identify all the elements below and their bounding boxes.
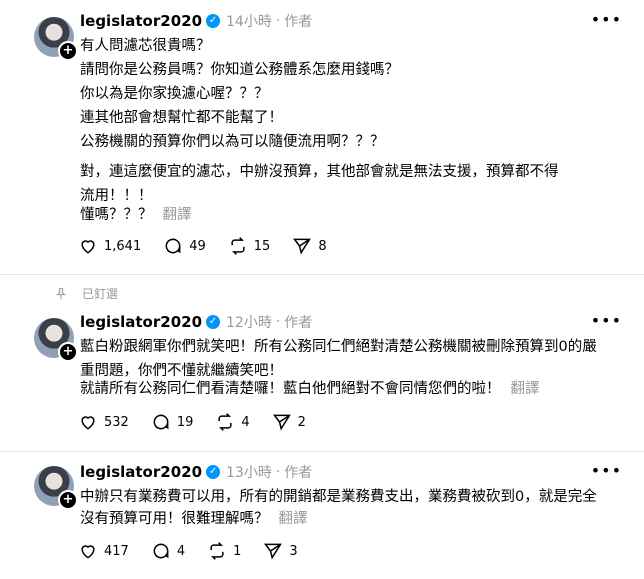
verified-badge-icon: ✓ xyxy=(206,14,221,28)
post-text-line: 中辦只有業務費可以用，所有的開銷都是業務費支出，業務費被砍到0，就是完全 xyxy=(80,489,597,505)
heart-icon xyxy=(81,240,95,254)
author-tag: 作者 xyxy=(284,14,313,30)
post-text-line-with-translate: 沒有預算可用！很難理解嗎？ 翻譯 xyxy=(80,507,308,531)
post-header: legislator2020 ✓ 13小時 · 作者 xyxy=(80,462,312,482)
repost-button[interactable]: 15 xyxy=(228,236,271,256)
like-count: 417 xyxy=(104,543,129,559)
username[interactable]: legislator2020 xyxy=(80,12,202,30)
follow-plus-icon[interactable]: + xyxy=(58,342,78,362)
like-button[interactable]: 532 xyxy=(78,412,129,432)
comment-button[interactable]: 4 xyxy=(151,541,185,561)
heart-icon xyxy=(81,545,95,559)
like-button[interactable]: 417 xyxy=(78,541,129,561)
repost-button[interactable]: 1 xyxy=(207,541,241,561)
post-header: legislator2020 ✓ 12小時 · 作者 xyxy=(80,312,312,332)
action-bar: 1,641 49 15 8 xyxy=(78,236,349,256)
post-text-line: 你以為是你家換濾心喔？？？ xyxy=(80,86,269,102)
share-count: 8 xyxy=(318,238,327,254)
avatar[interactable]: + xyxy=(34,466,78,510)
repost-icon xyxy=(210,542,224,560)
repost-count: 15 xyxy=(253,238,271,254)
action-bar: 417 4 1 3 xyxy=(78,541,320,561)
post-text-line: 公務機關的預算你們以為可以隨便流用啊？？？ xyxy=(80,134,385,150)
comment-count: 4 xyxy=(176,543,186,559)
share-count: 3 xyxy=(289,543,298,559)
timestamp[interactable]: 12小時 xyxy=(226,312,272,332)
send-icon xyxy=(293,238,312,255)
separator-dot: · xyxy=(275,13,281,29)
more-options-icon[interactable]: ••• xyxy=(591,461,622,480)
speech-bubble-icon xyxy=(165,238,181,254)
post-text-line: 藍白粉跟網軍你們就笑吧！所有公務同仁們絕對清楚公務機關被刪除預算到0的嚴 xyxy=(80,339,597,355)
action-bar: 532 19 4 2 xyxy=(78,412,328,432)
comment-button[interactable]: 19 xyxy=(151,412,194,432)
share-button[interactable]: 3 xyxy=(263,541,298,561)
pinned-indicator: 已釘選 xyxy=(54,285,118,302)
post-text: 就請所有公務同仁們看清楚囉！藍白他們絕對不會同情您們的啦！ xyxy=(80,381,501,397)
like-count: 532 xyxy=(104,414,129,430)
repost-icon xyxy=(218,413,232,431)
author-tag: 作者 xyxy=(284,315,313,331)
follow-plus-icon[interactable]: + xyxy=(58,41,78,61)
share-button[interactable]: 8 xyxy=(292,236,327,256)
translate-link[interactable]: 翻譯 xyxy=(279,511,308,527)
separator-dot: · xyxy=(275,314,281,330)
repost-count: 1 xyxy=(233,543,242,559)
repost-button[interactable]: 4 xyxy=(215,412,250,432)
timestamp[interactable]: 14小時 xyxy=(226,11,272,31)
timestamp[interactable]: 13小時 xyxy=(226,462,272,482)
post-text-line-with-translate: 就請所有公務同仁們看清楚囉！藍白他們絕對不會同情您們的啦！ 翻譯 xyxy=(80,377,540,401)
verified-badge-icon: ✓ xyxy=(206,465,221,479)
post-text-line-with-translate: 懂嗎？？？ 翻譯 xyxy=(80,203,192,227)
divider xyxy=(0,451,644,452)
speech-bubble-icon xyxy=(153,543,169,559)
more-options-icon[interactable]: ••• xyxy=(591,311,622,330)
more-options-icon[interactable]: ••• xyxy=(591,10,622,29)
author-tag: 作者 xyxy=(284,465,313,481)
share-count: 2 xyxy=(297,414,306,430)
pin-icon xyxy=(56,287,66,299)
speech-bubble-icon xyxy=(153,414,169,430)
post-text: 沒有預算可用！很難理解嗎？ xyxy=(80,511,269,527)
heart-icon xyxy=(81,416,95,430)
verified-badge-icon: ✓ xyxy=(206,315,221,329)
post-text-line: 有人問濾芯很貴嗎？ xyxy=(80,38,211,54)
comment-count: 49 xyxy=(189,238,206,254)
post-text: 懂嗎？？？ xyxy=(80,207,153,223)
translate-link[interactable]: 翻譯 xyxy=(163,207,192,223)
avatar[interactable]: + xyxy=(34,318,78,362)
comment-button[interactable]: 49 xyxy=(163,236,206,256)
share-button[interactable]: 2 xyxy=(272,412,306,432)
follow-plus-icon[interactable]: + xyxy=(58,490,78,510)
send-icon xyxy=(264,543,283,560)
separator-dot: · xyxy=(275,464,281,480)
send-icon xyxy=(272,414,291,431)
username[interactable]: legislator2020 xyxy=(80,463,202,481)
comment-count: 19 xyxy=(176,414,194,430)
like-count: 1,641 xyxy=(104,238,142,254)
post-text-line: 請問你是公務員嗎？你知道公務體系怎麼用錢嗎？ xyxy=(80,62,399,78)
pinned-label: 已釘選 xyxy=(82,287,119,301)
post-text-line: 連其他部會想幫忙都不能幫了！ xyxy=(80,110,283,126)
repost-icon xyxy=(231,237,245,255)
username[interactable]: legislator2020 xyxy=(80,313,202,331)
post-header: legislator2020 ✓ 14小時 · 作者 xyxy=(80,11,312,31)
avatar[interactable]: + xyxy=(34,17,78,61)
post-text-line: 對，連這麼便宜的濾芯，中辦沒預算，其他部會就是無法支援，預算都不得 xyxy=(80,164,559,180)
translate-link[interactable]: 翻譯 xyxy=(511,381,540,397)
like-button[interactable]: 1,641 xyxy=(78,236,141,256)
repost-count: 4 xyxy=(241,414,250,430)
divider xyxy=(0,274,644,275)
